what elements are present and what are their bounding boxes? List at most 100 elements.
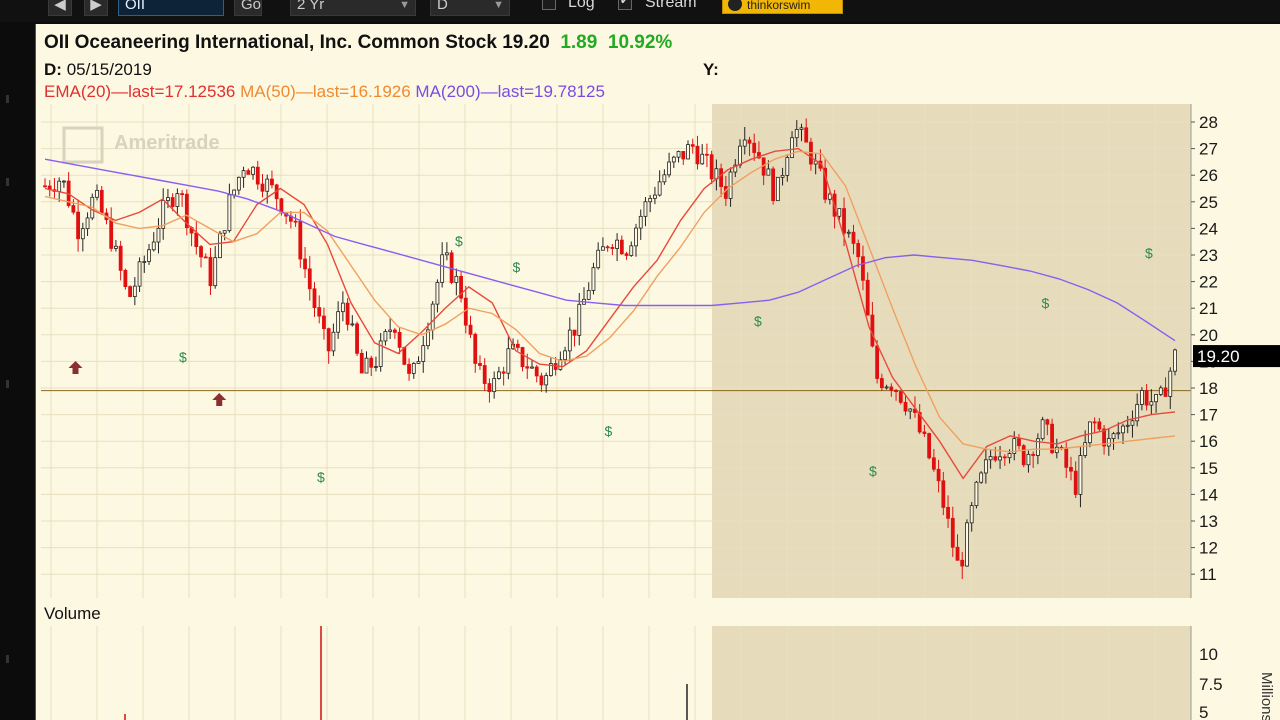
candle-body: [960, 559, 965, 567]
candle-body: [222, 230, 227, 234]
side-marker: [6, 380, 9, 388]
dividend-icon: $: [513, 259, 521, 275]
candle-body: [752, 142, 757, 153]
candle-body: [1130, 420, 1135, 426]
candle-body: [846, 231, 851, 234]
price-chart[interactable]: Ameritrade$$$$$$$$$111213141516171819202…: [36, 104, 1280, 598]
candle-body: [350, 323, 355, 326]
log-checkbox[interactable]: [542, 0, 556, 10]
candle-body: [563, 350, 567, 361]
brand-label: thinkorswim: [747, 0, 811, 12]
candle-body: [364, 357, 369, 374]
candle-body: [326, 328, 331, 352]
candle-body: [203, 256, 208, 259]
candle-body: [421, 345, 426, 362]
candle-body: [468, 324, 473, 335]
candle-body: [1106, 438, 1111, 447]
candle-body: [407, 363, 411, 374]
last-price-badge-text: 19.20: [1197, 347, 1240, 366]
candle-body: [705, 153, 709, 156]
candle-body: [1031, 453, 1036, 456]
price-tick-label: 11: [1199, 565, 1217, 584]
candle-body: [681, 151, 686, 160]
symbol-input-value: OII: [125, 0, 146, 13]
dividend-icon: $: [1145, 245, 1153, 261]
forward-button[interactable]: ▶: [84, 0, 108, 16]
volume-tick-label: 5: [1199, 703, 1208, 720]
symbol-input[interactable]: OII: [118, 0, 224, 16]
candle-body: [771, 168, 776, 202]
candle-body: [454, 275, 459, 283]
candle-body: [473, 333, 478, 364]
back-button[interactable]: ◀: [48, 0, 72, 16]
legend-ma200[interactable]: MA(200)—last=19.78125: [415, 82, 604, 101]
candle-body: [340, 302, 345, 313]
candle-body: [132, 285, 137, 297]
price-tick-label: 20: [1199, 326, 1218, 345]
dividend-icon: $: [317, 469, 325, 485]
watermark-text: Ameritrade: [114, 132, 220, 154]
legend-ema20-value: last=17.12536: [128, 82, 236, 101]
candle-body: [979, 472, 984, 483]
side-marker: [6, 655, 9, 663]
date-readout: D: 05/15/2019: [44, 60, 152, 80]
candle-body: [974, 481, 979, 507]
candle-body: [114, 245, 118, 249]
candle-body: [851, 231, 856, 244]
legend-ema20[interactable]: EMA(20)—last=17.12536: [44, 82, 235, 101]
candle-body: [331, 331, 336, 352]
candle-body: [1045, 419, 1050, 425]
price-tick-label: 22: [1199, 273, 1218, 292]
volume-chart[interactable]: 10 7.5 5 Millions: [36, 626, 1280, 720]
candle-body: [861, 256, 865, 281]
candle-body: [175, 193, 180, 207]
go-button[interactable]: Go: [234, 0, 262, 16]
volume-tick-label: 7.5: [1199, 675, 1223, 694]
go-label: Go: [241, 0, 262, 13]
candle-body: [922, 431, 927, 434]
candle-body: [227, 194, 232, 232]
price-tick-label: 15: [1199, 459, 1218, 478]
candle-body: [898, 391, 903, 403]
candle-body: [936, 468, 941, 482]
triangle-right-icon: ▶: [90, 0, 102, 13]
price-tick-label: 13: [1199, 512, 1218, 531]
candle-body: [1154, 394, 1158, 403]
candle-body: [638, 215, 643, 229]
candle-body: [383, 331, 388, 342]
chevron-down-icon: ▼: [399, 0, 410, 11]
price-tick-label: 23: [1199, 246, 1218, 265]
candle-body: [478, 362, 482, 366]
dividend-icon: $: [869, 463, 877, 479]
dividend-icon: $: [754, 313, 762, 329]
thinkorswim-button[interactable]: thinkorswim: [722, 0, 843, 14]
candle-body: [965, 522, 969, 567]
candle-body: [799, 127, 804, 130]
price-tick-label: 28: [1199, 113, 1218, 132]
candle-body: [1078, 455, 1083, 495]
candle-body: [80, 228, 85, 240]
candle-body: [653, 194, 657, 199]
candle-body: [941, 480, 946, 508]
header-symbol: OII: [44, 32, 70, 53]
aggregation-select[interactable]: D ▼: [430, 0, 510, 16]
candle-body: [246, 170, 251, 175]
candle-body: [170, 197, 175, 207]
volume-tick-label: 10: [1199, 645, 1218, 664]
candle-body: [1087, 421, 1092, 444]
candle-body: [57, 180, 62, 192]
candle-body: [572, 329, 577, 336]
candle-body: [619, 239, 624, 255]
candle-body: [780, 174, 785, 178]
candle-body: [903, 401, 908, 412]
legend-ma50[interactable]: MA(50)—last=16.1926: [240, 82, 411, 101]
candle-body: [298, 220, 303, 260]
candle-body: [1092, 421, 1097, 424]
candle-body: [747, 139, 752, 144]
time-period-select[interactable]: 2 Yr ▼: [290, 0, 416, 16]
candle-body: [875, 345, 880, 379]
price-tick-label: 25: [1199, 193, 1218, 212]
candle-body: [118, 245, 123, 271]
candle-body: [232, 189, 237, 196]
stream-checkbox[interactable]: [618, 0, 632, 10]
